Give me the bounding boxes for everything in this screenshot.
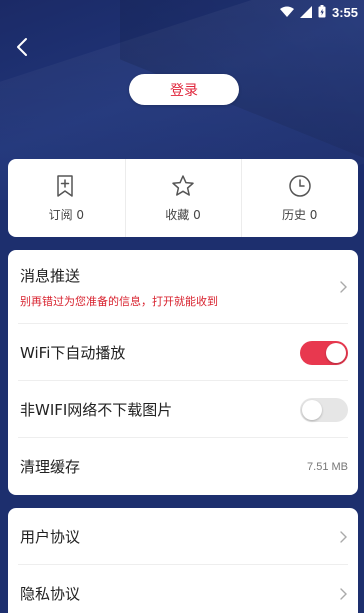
favorite-button[interactable]: 收藏 0 — [124, 159, 242, 237]
favorite-label: 收藏 0 — [165, 207, 201, 222]
signal-icon — [299, 3, 312, 22]
legal-card: 用户协议 隐私协议 — [8, 508, 358, 613]
chevron-right-icon — [340, 587, 347, 600]
clear-cache-label: 清理缓存 — [20, 458, 81, 476]
star-icon — [172, 174, 194, 196]
cache-size: 7.51 MB — [307, 460, 348, 473]
push-subtitle: 别再错过为您准备的信息，打开就能收到 — [20, 295, 218, 308]
chevron-right-icon — [340, 281, 347, 293]
privacy-agreement-row[interactable]: 隐私协议 — [8, 565, 358, 613]
status-bar: 3:55 — [0, 0, 364, 24]
status-time: 3:55 — [331, 4, 358, 20]
push-notification-row[interactable]: 消息推送 别再错过为您准备的信息，打开就能收到 — [8, 250, 358, 324]
history-button[interactable]: 历史 0 — [241, 159, 358, 237]
no-images-label: 非WIFI网络不下载图片 — [20, 401, 173, 419]
chevron-left-icon — [17, 38, 27, 56]
no-images-row: 非WIFI网络不下载图片 — [8, 381, 358, 438]
subscribe-label: 订阅 0 — [48, 207, 85, 222]
user-agreement-row[interactable]: 用户协议 — [8, 508, 358, 565]
user-agreement-label: 用户协议 — [20, 528, 81, 546]
history-label: 历史 0 — [281, 207, 318, 222]
clock-icon — [288, 174, 311, 197]
subscribe-button[interactable]: 订阅 0 — [8, 159, 125, 237]
chevron-right-icon — [340, 530, 347, 543]
wifi-autoplay-row: WiFi下自动播放 — [8, 324, 358, 381]
login-button[interactable]: 登录 — [129, 74, 239, 105]
clear-cache-row[interactable]: 清理缓存 7.51 MB — [8, 438, 358, 495]
privacy-agreement-label: 隐私协议 — [20, 585, 81, 603]
battery-icon — [318, 3, 326, 22]
settings-card: 消息推送 别再错过为您准备的信息，打开就能收到 WiFi下自动播放 非WIFI网… — [8, 250, 358, 495]
back-button[interactable] — [10, 34, 34, 60]
wifi-autoplay-toggle[interactable] — [300, 340, 348, 365]
no-images-toggle[interactable] — [300, 397, 348, 422]
push-title: 消息推送 — [20, 267, 81, 285]
bookmark-plus-icon — [57, 174, 74, 197]
wifi-icon — [279, 3, 294, 22]
quick-actions-card: 订阅 0 收藏 0 历史 0 — [8, 159, 358, 237]
wifi-autoplay-label: WiFi下自动播放 — [20, 344, 126, 362]
